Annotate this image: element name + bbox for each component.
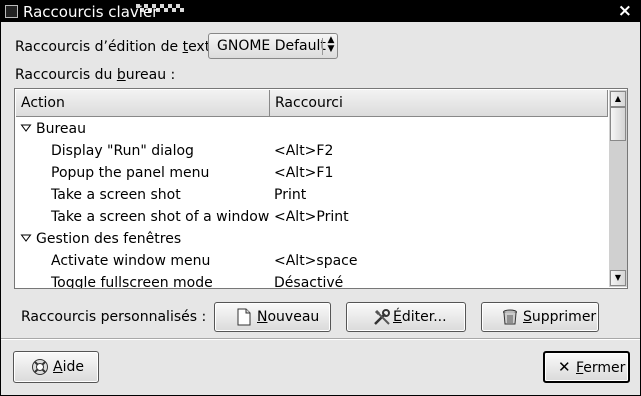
tree-header: Action Raccourci xyxy=(16,90,608,117)
tree-cell-action: Activate window menu xyxy=(51,253,211,269)
combo-separator xyxy=(322,38,323,55)
combo-arrows-icon: ▲ ▼ xyxy=(327,35,335,54)
help-button-label: Aide xyxy=(53,359,84,375)
tree-cell-action: Take a screen shot of a window xyxy=(51,209,270,225)
shortcuts-tree-view[interactable]: Action Raccourci Bureau Display "Run" dia… xyxy=(14,88,628,289)
tree-row[interactable]: Take a screen shot Print xyxy=(16,184,608,206)
tree-cell-action: Display "Run" dialog xyxy=(51,143,194,159)
keyboard-shortcuts-window: Raccourcis clavier × Raccourcis d’éditio… xyxy=(0,0,641,396)
tree-cell-shortcut: <Alt>Print xyxy=(274,209,349,225)
tree-cell-action: Toggle fullscreen mode xyxy=(51,275,213,289)
tree-row[interactable]: Toggle fullscreen mode Désactivé xyxy=(16,272,608,289)
close-x-icon: ✕ xyxy=(558,358,571,376)
delete-button-label: Supprimer xyxy=(523,309,597,325)
tree-cell-action: Gestion des fenêtres xyxy=(36,231,182,247)
triangle-down-icon[interactable] xyxy=(20,122,32,134)
new-button-label: Nouveau xyxy=(257,309,320,325)
tree-row[interactable]: Display "Run" dialog <Alt>F2 xyxy=(16,140,608,162)
help-button[interactable]: Aide xyxy=(13,351,99,383)
vertical-scrollbar[interactable]: ▲ ▼ xyxy=(609,90,627,287)
tree-group-row[interactable]: Bureau xyxy=(16,118,608,140)
delete-button[interactable]: Supprimer xyxy=(481,302,599,332)
column-header-action[interactable]: Action xyxy=(16,90,270,116)
window-menu-button[interactable] xyxy=(5,5,18,18)
editing-shortcuts-value: GNOME Default xyxy=(217,38,326,54)
tree-row[interactable]: Popup the panel menu <Alt>F1 xyxy=(16,162,608,184)
desktop-shortcuts-label: Raccourcis du bureau : xyxy=(15,67,176,83)
tree-cell-shortcut: Print xyxy=(274,187,307,203)
scroll-up-button[interactable]: ▲ xyxy=(610,91,626,107)
edit-button[interactable]: Éditer... xyxy=(346,302,466,332)
tree-cell-shortcut: <Alt>F1 xyxy=(274,165,334,181)
tools-icon xyxy=(374,309,390,325)
tree-cell-shortcut: Désactivé xyxy=(274,275,344,289)
title-bar[interactable]: Raccourcis clavier × xyxy=(1,1,640,22)
window-close-icon[interactable]: × xyxy=(618,2,632,20)
help-lifebuoy-icon xyxy=(32,359,48,375)
editing-shortcuts-label: Raccourcis d’édition de texte : xyxy=(15,39,228,55)
tree-cell-action: Popup the panel menu xyxy=(51,165,210,181)
tree-group-row[interactable]: Gestion des fenêtres xyxy=(16,228,608,250)
triangle-down-icon[interactable] xyxy=(20,232,32,244)
new-button[interactable]: Nouveau xyxy=(214,302,331,332)
dialog-separator xyxy=(1,338,640,340)
tree-cell-shortcut: <Alt>F2 xyxy=(274,143,334,159)
edit-button-label: Éditer... xyxy=(393,309,447,325)
tree-cell-shortcut: <Alt>space xyxy=(274,253,358,269)
document-new-icon xyxy=(237,308,251,326)
scroll-down-button[interactable]: ▼ xyxy=(610,270,626,286)
editing-shortcuts-combo[interactable]: GNOME Default ▲ ▼ xyxy=(208,33,338,59)
trash-icon xyxy=(503,309,517,325)
tree-rows: Bureau Display "Run" dialog <Alt>F2 Popup t… xyxy=(16,118,608,288)
tree-cell-action: Bureau xyxy=(36,121,86,137)
tree-cell-action: Take a screen shot xyxy=(51,187,181,203)
close-button-label: Fermer xyxy=(576,360,626,376)
tree-row[interactable]: Take a screen shot of a window <Alt>Print xyxy=(16,206,608,228)
column-header-shortcut[interactable]: Raccourci xyxy=(270,90,608,116)
custom-shortcuts-label: Raccourcis personnalisés : xyxy=(21,309,207,325)
titlebar-grip-pattern xyxy=(136,4,184,20)
close-button[interactable]: ✕ Fermer xyxy=(543,351,630,383)
scroll-thumb[interactable] xyxy=(610,107,626,141)
tree-row[interactable]: Activate window menu <Alt>space xyxy=(16,250,608,272)
